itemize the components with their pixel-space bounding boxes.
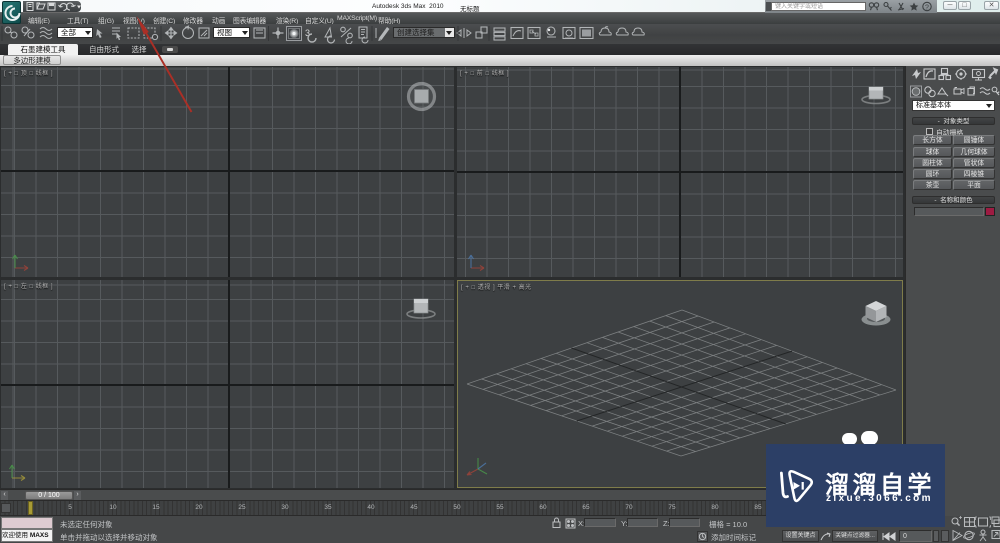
svg-text:?: ?	[925, 5, 929, 12]
svg-text:3: 3	[305, 28, 310, 38]
